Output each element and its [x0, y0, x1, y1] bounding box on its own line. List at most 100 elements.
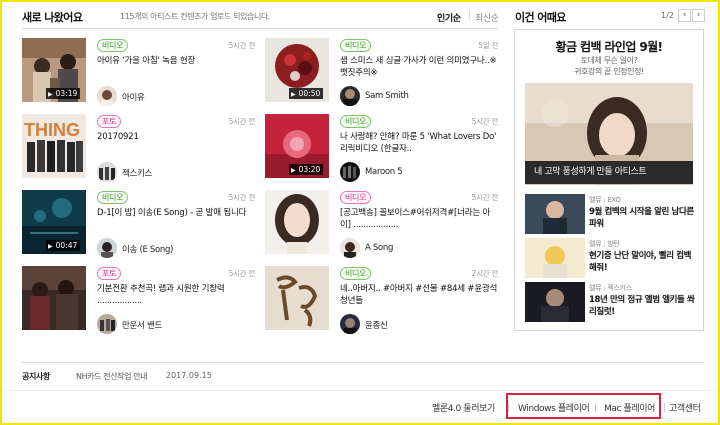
avatar	[97, 86, 117, 106]
svg-text:THING: THING	[24, 120, 80, 140]
footer-divider	[2, 390, 718, 391]
card-title[interactable]: [공고백송] 꼴보이스#어쉬저격#[너라는 아이] ..............…	[340, 207, 498, 231]
play-icon: ▶	[291, 91, 296, 98]
post-time: 2시간 전	[471, 269, 499, 278]
post-time: 5시간 전	[228, 269, 256, 278]
card-title[interactable]: 아이유 '가을 아침' 녹음 현장	[97, 55, 255, 67]
play-icon: ▶	[291, 167, 296, 174]
type-badge: 비디오	[340, 39, 372, 52]
post-time: 5일 전	[478, 41, 498, 50]
content-card[interactable]: ▶ 03:19 비디오 5시간 전 아이유 '가을 아침' 녹음 현장 아이유	[22, 38, 257, 116]
type-badge: 비디오	[97, 191, 129, 204]
highlight-box	[506, 393, 661, 419]
footer-separator	[664, 403, 665, 412]
recommend-title: 18년 만의 정규 앨범 엘키들 쏴리질럿!	[589, 295, 695, 317]
artist-name: 윤종신	[365, 321, 388, 331]
section-title: 새로 나왔어요	[22, 11, 83, 24]
content-card[interactable]: 비디오 5시간 전 [공고백송] 꼴보이스#어쉬저격#[너라는 아이] ....…	[265, 190, 500, 268]
calligraphy-image	[265, 266, 329, 330]
recommend-item[interactable]: 멜뮤 : 젝스키스 18년 만의 정규 앨범 엘키들 쏴리질럿!	[525, 282, 697, 322]
notice-label: 공지사항	[22, 372, 50, 381]
sidebar-title: 이건 어때요	[515, 11, 566, 24]
card-title[interactable]: 나 사랑해? 안해? 마룬 5 'What Lovers Do' 리릭비디오 (…	[340, 131, 498, 155]
avatar	[97, 162, 117, 182]
page-indicator: 1/2	[661, 11, 674, 20]
artist-name: 젝스키스	[122, 169, 153, 179]
recommend-meta: 멜뮤 : 젝스키스	[589, 284, 632, 292]
post-time: 5시간 전	[228, 117, 256, 126]
type-badge: 비디오	[97, 39, 129, 52]
card-title[interactable]: 20170921	[97, 131, 255, 143]
post-time: 5시간 전	[228, 193, 256, 202]
avatar	[97, 238, 117, 258]
card-thumbnail[interactable]: THING	[22, 114, 86, 178]
play-icon: ▶	[48, 91, 53, 98]
next-page-button[interactable]: ›	[692, 9, 705, 22]
promo-title[interactable]: 황금 컴백 라인업 9월!	[515, 38, 703, 55]
type-badge: 비디오	[340, 267, 372, 280]
content-card[interactable]: 포토 5시간 전 기분전환 추천곡! 랩과 시원한 기창력 ..........…	[22, 266, 257, 344]
prev-page-button[interactable]: ‹	[678, 9, 691, 22]
card-thumbnail[interactable]: ▶ 03:20	[265, 114, 329, 178]
section-subtitle: 115개의 아티스트 컨텐츠가 업로드 되었습니다.	[120, 12, 271, 21]
sort-latest-tab[interactable]: 최신순	[475, 11, 499, 24]
promo-subtitle: 토데체 무슨 일이? 귀호강의 끝 인정인정!	[574, 56, 644, 76]
recommend-thumbnail	[525, 238, 585, 278]
content-card[interactable]: ▶ 03:20 비디오 5시간 전 나 사랑해? 안해? 마룬 5 'What L…	[265, 114, 500, 192]
post-time: 5시간 전	[471, 193, 499, 202]
recommend-item[interactable]: 멜뮤 : 방탄 현기증 난단 말이야, 빨리 컴백해줘!	[525, 238, 697, 278]
post-time: 5시간 전	[471, 117, 499, 126]
content-card[interactable]: ▶ 00:50 비디오 5일 전 샘 스미스 새 싱글 가사가 이런 의미였구나.…	[265, 38, 500, 116]
group-photo-image: THING	[22, 114, 86, 178]
type-badge: 비디오	[340, 115, 372, 128]
artist-name: 이송 (E Song)	[122, 245, 174, 255]
artist-name: 만운서 밴드	[122, 321, 163, 331]
recommend-title: 현기증 난단 말이야, 빨리 컴백해줘!	[589, 251, 692, 273]
card-title[interactable]: D-1[이 밤] 이송(E Song) - 곧 발매 됩니다	[97, 207, 255, 219]
type-badge: 비디오	[340, 191, 372, 204]
recommend-thumbnail	[525, 194, 585, 234]
notice-date: 2017.09.15	[166, 371, 212, 380]
card-title[interactable]: 샘 스미스 새 싱글 가사가 이런 의미였구나..※뱃짓주의※	[340, 55, 498, 79]
recommend-item[interactable]: 멜뮤 : EXO 9월 컴백의 시작을 알린 남다른 파워	[525, 194, 697, 234]
chevron-right-icon: ›	[696, 10, 701, 20]
card-thumbnail[interactable]	[22, 266, 86, 330]
promo-caption[interactable]: 내 고막 풍성하게 만들 아티스트	[525, 161, 693, 184]
header-divider	[22, 28, 498, 29]
sort-popular-tab[interactable]: 인기순	[437, 11, 461, 24]
duration-badge: ▶ 03:19	[46, 88, 81, 99]
notice-link[interactable]: NH카드 전산작업 안내	[76, 371, 148, 382]
recommend-thumbnail	[525, 282, 585, 322]
chevron-left-icon: ‹	[682, 10, 687, 20]
duration-badge: ▶ 03:20	[289, 164, 324, 175]
card-thumbnail[interactable]	[265, 266, 329, 330]
band-photo-image	[22, 266, 86, 330]
type-badge: 포토	[97, 267, 122, 280]
customer-center-link[interactable]: 고객센터	[669, 401, 701, 414]
sort-separator: |	[468, 11, 471, 21]
recommend-meta: 멜뮤 : 방탄	[589, 240, 620, 248]
post-time: 5시간 전	[228, 41, 256, 50]
artist-name: Sam Smith	[365, 91, 409, 101]
card-thumbnail[interactable]: ▶ 00:50	[265, 38, 329, 102]
type-badge: 포토	[97, 115, 122, 128]
avatar	[97, 314, 117, 334]
content-card[interactable]: 비디오 2시간 전 네..아버지.. #아버지 #선물 #84세 #윤광석청년들…	[265, 266, 500, 344]
card-thumbnail[interactable]	[265, 190, 329, 254]
card-title[interactable]: 기분전환 추천곡! 랩과 시원한 기창력 ..................	[97, 283, 255, 307]
recommend-panel: 황금 컴백 라인업 9월! 토데체 무슨 일이? 귀호강의 끝 인정인정! 내 …	[514, 29, 704, 331]
duration-badge: ▶ 00:50	[289, 88, 324, 99]
melon4-tour-link[interactable]: 멜론4.0 둘러보기	[432, 401, 495, 414]
content-card[interactable]: ▶ 00:47 비디오 5시간 전 D-1[이 밤] 이송(E Song) - 곧…	[22, 190, 257, 268]
card-thumbnail[interactable]: ▶ 03:19	[22, 38, 86, 102]
artist-name: A Song	[365, 243, 394, 253]
content-card[interactable]: THING 포토 5시간 전 20170921 젝스키스	[22, 114, 257, 192]
avatar	[340, 238, 360, 258]
artist-name: 아이유	[122, 93, 145, 103]
card-thumbnail[interactable]: ▶ 00:47	[22, 190, 86, 254]
avatar	[340, 314, 360, 334]
artist-name: Maroon 5	[365, 167, 403, 177]
portrait-image	[265, 190, 329, 254]
card-title[interactable]: 네..아버지.. #아버지 #선물 #84세 #윤광석청년들	[340, 283, 498, 307]
recommend-title: 9월 컴백의 시작을 알린 남다른 파워	[589, 207, 694, 229]
